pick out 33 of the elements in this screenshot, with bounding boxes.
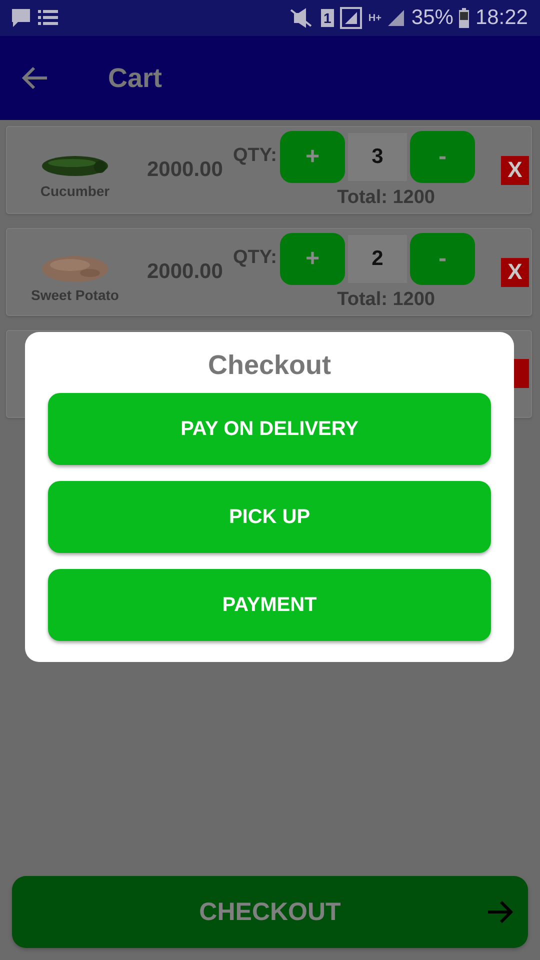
arrow-right-icon (487, 901, 513, 923)
checkout-option-button[interactable]: PAY ON DELIVERY (48, 393, 491, 465)
decrease-button[interactable]: - (410, 233, 475, 285)
quantity-label: QTY: (233, 145, 277, 167)
checkout-button[interactable]: CHECKOUT (12, 876, 528, 948)
remove-button[interactable]: X (501, 156, 529, 184)
list-icon (38, 9, 58, 27)
increase-button[interactable]: + (280, 131, 345, 183)
dialog-title: Checkout (208, 350, 332, 381)
sim-indicator: 1 (320, 9, 334, 27)
increase-button[interactable]: + (280, 233, 345, 285)
back-arrow-icon[interactable] (22, 66, 48, 90)
message-icon (10, 8, 32, 28)
product-name: Cucumber (40, 183, 110, 199)
signal-icon (387, 9, 406, 27)
remove-button[interactable]: X (501, 258, 529, 286)
checkout-option-button[interactable]: PICK UP (48, 481, 491, 553)
signal-icon (340, 7, 362, 29)
quantity-value: 3 (348, 133, 407, 181)
decrease-button[interactable]: - (410, 131, 475, 183)
screen-title: Cart (108, 62, 162, 94)
product-price: 2000.00 (147, 158, 224, 182)
product-price: 2000.00 (147, 260, 224, 284)
quantity-label: QTY: (233, 247, 277, 269)
item-total: Total: 1200 (337, 187, 435, 209)
checkout-option-button[interactable]: PAYMENT (48, 569, 491, 641)
product-name: Sweet Potato (31, 287, 119, 303)
battery-level: 35% (411, 6, 454, 30)
quantity-value: 2 (348, 235, 407, 283)
item-total: Total: 1200 (337, 289, 435, 311)
network-type: H+ (368, 12, 382, 24)
battery-icon (459, 8, 470, 28)
clock: 18:22 (475, 6, 528, 30)
